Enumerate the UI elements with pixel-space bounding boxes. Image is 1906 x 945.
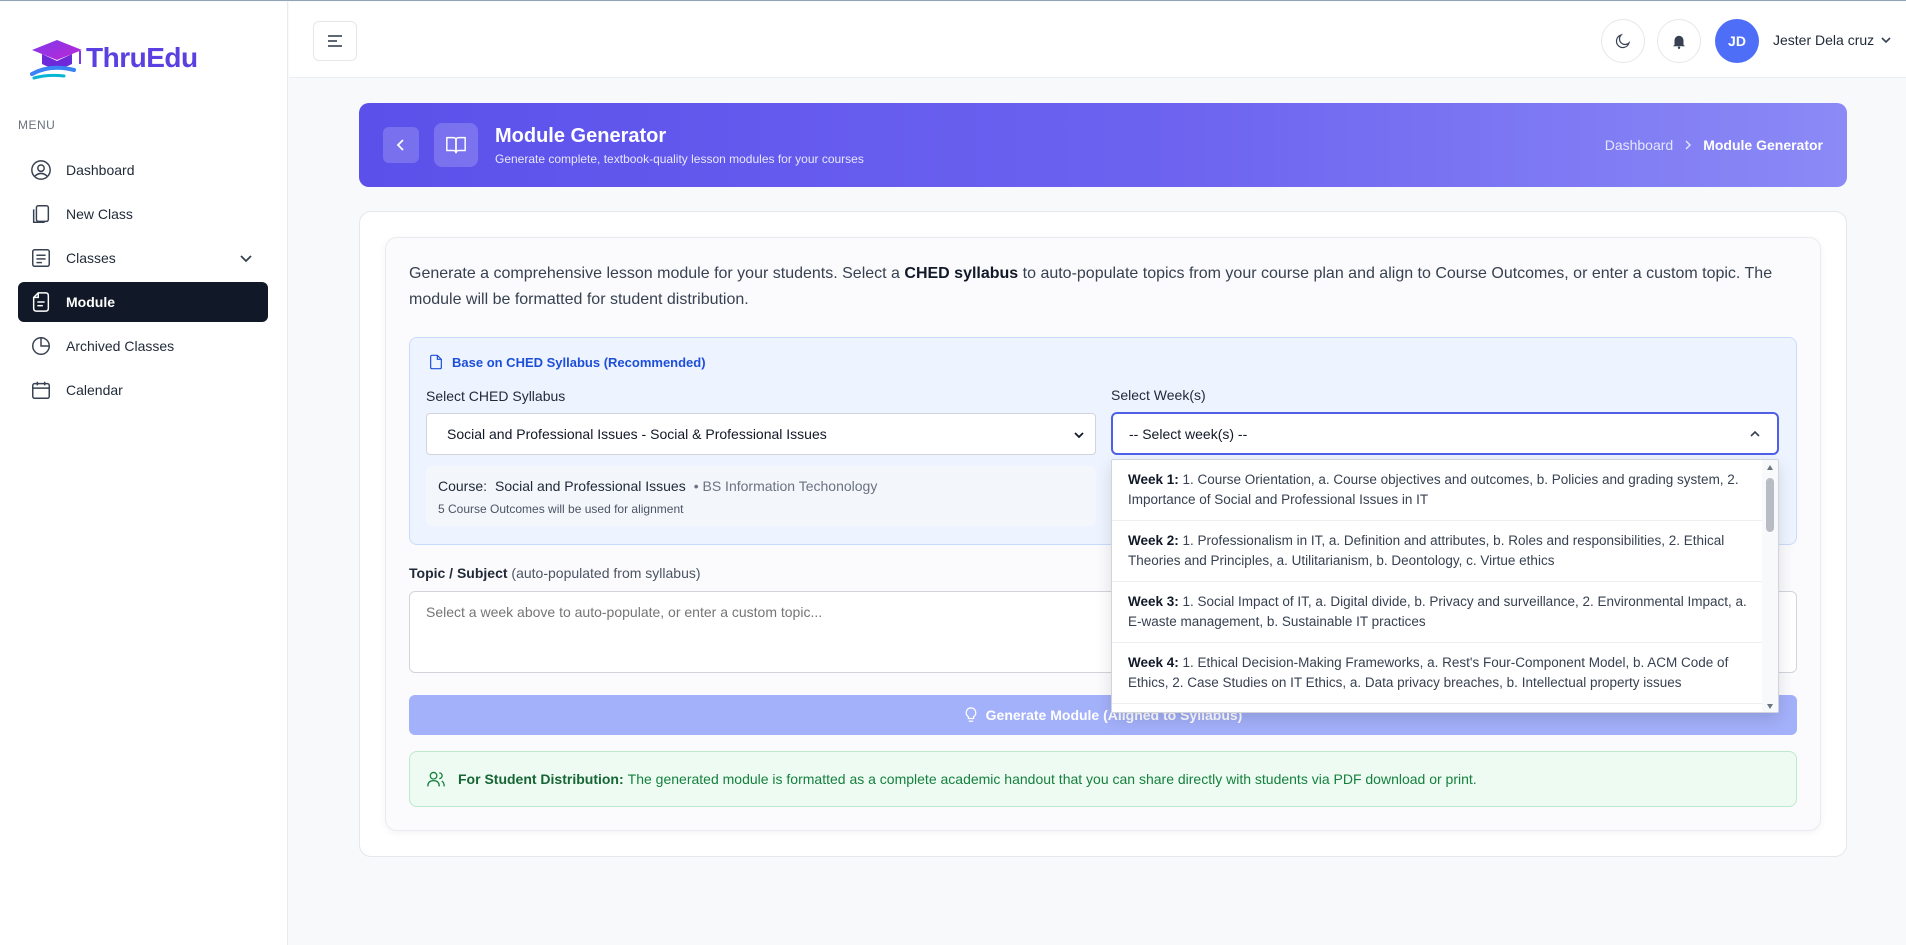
book-open-icon <box>446 136 466 154</box>
chevron-up-icon <box>1750 430 1760 437</box>
week-select[interactable]: -- Select week(s) -- <box>1111 412 1779 455</box>
sidebar-item-label: Dashboard <box>66 162 135 178</box>
syllabus-heading: Base on CHED Syllabus (Recommended) <box>428 354 706 370</box>
user-name: Jester Dela cruz <box>1773 32 1875 48</box>
scroll-up-arrow-icon[interactable] <box>1766 464 1774 472</box>
copy-icon <box>32 205 50 223</box>
sidebar-item-label: Archived Classes <box>66 338 175 354</box>
dropdown-scrollbar[interactable] <box>1762 460 1778 712</box>
back-button[interactable] <box>383 127 419 163</box>
intro-text: Generate a comprehensive lesson module f… <box>409 261 1799 313</box>
week-option-label: Week 3: <box>1128 594 1179 609</box>
calendar-icon <box>32 381 50 399</box>
topic-label: Topic / Subject (auto-populated from syl… <box>409 565 701 581</box>
week-select-value: -- Select week(s) -- <box>1129 425 1248 442</box>
distribution-note-bold: For Student Distribution: <box>458 771 624 787</box>
scrollbar-thumb[interactable] <box>1766 478 1774 532</box>
sidebar-item-label: Module <box>66 294 115 310</box>
file-icon <box>32 292 50 312</box>
sidebar-item-module[interactable]: Module <box>18 282 268 322</box>
sidebar-nav: Dashboard New Class Classes Module Archi… <box>18 150 268 414</box>
syllabus-select-value: Social and Professional Issues - Social … <box>447 426 827 442</box>
app-logo[interactable]: ThruEdu <box>30 34 198 82</box>
users-icon <box>427 771 445 787</box>
dark-mode-button[interactable] <box>1601 19 1645 63</box>
sidebar-item-calendar[interactable]: Calendar <box>18 370 268 410</box>
sidebar: ThruEdu MENU Dashboard New Class Classes… <box>0 2 288 945</box>
graduation-cap-logo-icon <box>30 34 84 82</box>
menu-label: MENU <box>18 118 56 132</box>
course-degree: • BS Information Techonology <box>693 478 878 494</box>
distribution-note: For Student Distribution: The generated … <box>409 751 1797 807</box>
sidebar-item-classes[interactable]: Classes <box>18 238 268 278</box>
chevron-down-icon <box>240 255 252 263</box>
user-circle-icon <box>31 160 51 180</box>
breadcrumb: Dashboard Module Generator <box>1605 137 1823 153</box>
list-icon <box>32 249 50 267</box>
page-title: Module Generator <box>495 125 667 147</box>
app-name: ThruEdu <box>86 42 198 73</box>
week-option[interactable]: Week 4: 1. Ethical Decision-Making Frame… <box>1112 643 1764 704</box>
avatar[interactable]: JD <box>1715 19 1759 63</box>
page-header-banner: Module Generator Generate complete, text… <box>359 103 1847 187</box>
week-option[interactable]: Week 2: 1. Professionalism in IT, a. Def… <box>1112 521 1764 582</box>
week-option-label: Week 2: <box>1128 533 1179 548</box>
page-subtitle: Generate complete, textbook-quality less… <box>495 152 864 166</box>
menu-lines-icon <box>328 35 342 47</box>
top-bar: JD Jester Dela cruz <box>289 2 1906 78</box>
course-outcomes-note: 5 Course Outcomes will be used for align… <box>438 502 684 516</box>
chevron-down-icon <box>1074 432 1084 439</box>
topic-label-bold: Topic / Subject <box>409 565 508 581</box>
week-option[interactable]: Week 3: 1. Social Impact of IT, a. Digit… <box>1112 582 1764 643</box>
week-option-text: 1. Social Impact of IT, a. Digital divid… <box>1128 594 1747 629</box>
user-menu[interactable]: Jester Dela cruz <box>1773 32 1892 48</box>
moon-icon <box>1615 33 1631 49</box>
breadcrumb-separator-icon <box>1683 137 1693 153</box>
sidebar-item-label: Calendar <box>66 382 123 398</box>
breadcrumb-current: Module Generator <box>1703 137 1823 153</box>
week-dropdown: Week 1: 1. Course Orientation, a. Course… <box>1111 459 1779 713</box>
scroll-down-arrow-icon[interactable] <box>1766 702 1774 710</box>
bell-icon <box>1673 35 1685 49</box>
select-week-label: Select Week(s) <box>1111 387 1206 403</box>
module-book-badge <box>434 123 478 167</box>
syllabus-heading-text: Base on CHED Syllabus (Recommended) <box>452 354 706 370</box>
course-line: Course: Social and Professional Issues • B… <box>438 478 877 494</box>
week-option-label: Week 1: <box>1128 472 1179 487</box>
course-info-box: Course: Social and Professional Issues • B… <box>426 466 1096 526</box>
sidebar-item-archived-classes[interactable]: Archived Classes <box>18 326 268 366</box>
sidebar-item-new-class[interactable]: New Class <box>18 194 268 234</box>
week-option-text: 1. Course Orientation, a. Course objecti… <box>1128 472 1739 507</box>
pie-chart-icon <box>32 337 50 355</box>
sidebar-item-dashboard[interactable]: Dashboard <box>18 150 268 190</box>
lightbulb-icon <box>965 707 976 722</box>
breadcrumb-dashboard-link[interactable]: Dashboard <box>1605 137 1674 153</box>
week-option-text: 1. Ethical Decision-Making Frameworks, a… <box>1128 655 1729 690</box>
week-option-text: 1. Professionalism in IT, a. Definition … <box>1128 533 1725 568</box>
distribution-note-text: The generated module is formatted as a c… <box>627 771 1477 787</box>
topic-label-hint: (auto-populated from syllabus) <box>507 565 701 581</box>
week-option-label: Week 4: <box>1128 655 1179 670</box>
intro-text-bold: CHED syllabus <box>904 265 1019 282</box>
select-syllabus-label: Select CHED Syllabus <box>426 388 566 404</box>
intro-text-part: Generate a comprehensive lesson module f… <box>409 265 905 282</box>
sidebar-toggle-button[interactable] <box>313 21 357 61</box>
chevron-down-icon <box>1881 37 1891 44</box>
chevron-left-icon <box>396 139 404 151</box>
course-key: Course: <box>438 478 488 494</box>
course-name: Social and Professional Issues <box>495 478 686 494</box>
sidebar-item-label: Classes <box>66 250 116 266</box>
week-option[interactable]: Week 1: 1. Course Orientation, a. Course… <box>1112 460 1764 521</box>
document-icon <box>430 354 442 370</box>
sidebar-item-label: New Class <box>66 206 133 222</box>
syllabus-select[interactable]: Social and Professional Issues - Social … <box>426 413 1096 455</box>
notifications-button[interactable] <box>1657 19 1701 63</box>
